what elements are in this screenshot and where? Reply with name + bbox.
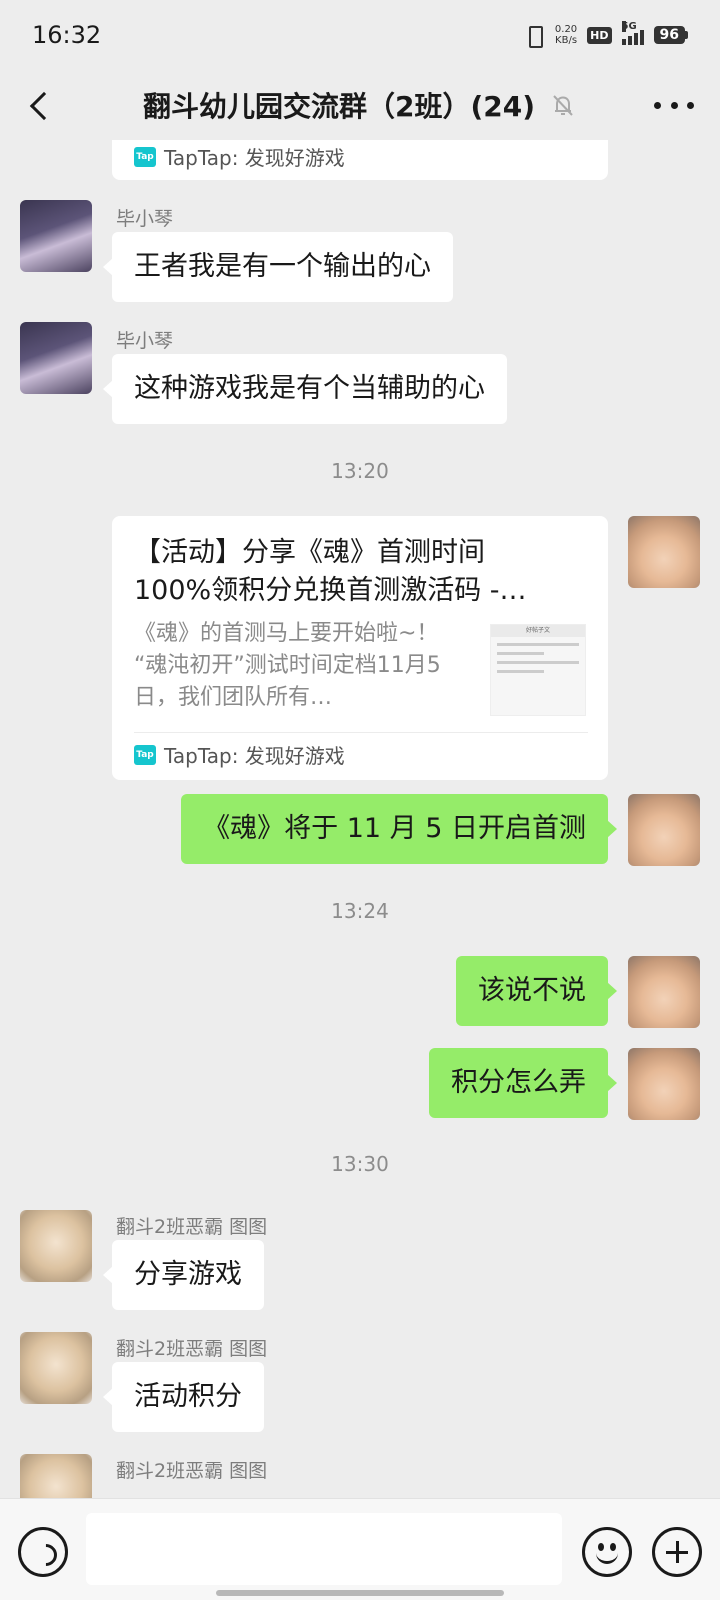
avatar[interactable] <box>628 1048 700 1120</box>
avatar[interactable] <box>20 1454 92 1498</box>
message-bubble[interactable]: 积分怎么弄 <box>429 1048 617 1118</box>
card-source: Tap TapTap: 发现好游戏 <box>134 740 345 769</box>
emoji-icon[interactable] <box>582 1527 632 1577</box>
voice-icon[interactable] <box>18 1527 68 1577</box>
sender-name: 翻斗2班恶霸 图图 <box>116 1212 267 1239</box>
card-thumbnail-heading: 好帖子文 <box>491 625 585 637</box>
card-description: 《魂》的首测马上要开始啦~！ “魂沌初开”测试时间定档11月5日，我们团队所有… <box>134 621 441 710</box>
avatar[interactable] <box>20 1332 92 1404</box>
sender-name: 翻斗2班恶霸 图图 <box>116 1456 267 1483</box>
signal-type: 5G <box>621 21 637 32</box>
card-source: Tap TapTap: 发现好游戏 <box>134 142 345 171</box>
network-speed-unit: KB/s <box>555 35 578 46</box>
status-time: 16:32 <box>32 21 102 49</box>
card-divider <box>134 732 588 733</box>
status-bar: 16:32 0.20 KB/s HD 5G 96 <box>0 0 720 70</box>
chat-title: 翻斗幼儿园交流群（2班）(24) <box>142 90 536 123</box>
status-icons: 0.20 KB/s HD 5G 96 <box>523 21 688 48</box>
hd-icon: HD <box>587 26 612 44</box>
sender-nickname: 翻斗2班恶霸 <box>116 1338 224 1360</box>
link-card-partial[interactable]: Tap TapTap: 发现好游戏 <box>112 140 608 180</box>
card-title-line2: 100%领积分兑换首测激活码 -… <box>134 575 527 606</box>
message-bubble[interactable]: 这种游戏我是有个当辅助的心 <box>103 354 507 424</box>
timestamp: 13:24 <box>331 899 389 923</box>
card-title-line1: 【活动】分享《魂》首测时间 <box>134 537 485 568</box>
sender-name: 毕小琴 <box>116 330 174 352</box>
message-bubble[interactable]: 活动积分 <box>103 1362 264 1432</box>
sender-tag: 图图 <box>229 1338 268 1360</box>
plus-icon[interactable] <box>652 1527 702 1577</box>
timestamp: 13:30 <box>331 1152 389 1176</box>
sender-nickname: 翻斗2班恶霸 <box>116 1216 224 1238</box>
avatar[interactable] <box>20 200 92 272</box>
sender-name: 毕小琴 <box>116 208 174 230</box>
avatar[interactable] <box>20 1210 92 1282</box>
sender-nickname: 翻斗2班恶霸 <box>116 1460 224 1482</box>
message-bubble[interactable]: 分享游戏 <box>103 1240 264 1310</box>
sender-name: 翻斗2班恶霸 图图 <box>116 1334 267 1361</box>
network-speed: 0.20 KB/s <box>555 24 577 46</box>
bell-off-icon <box>553 95 573 116</box>
avatar[interactable] <box>628 794 700 866</box>
message-bubble[interactable]: 《魂》将于 11 月 5 日开启首测 <box>181 794 617 864</box>
battery-icon: 96 <box>653 26 688 44</box>
card-source-label: TapTap: 发现好游戏 <box>164 744 345 768</box>
battery-level: 96 <box>653 26 685 44</box>
message-input[interactable] <box>86 1513 562 1585</box>
avatar[interactable] <box>628 956 700 1028</box>
card-thumbnail: 好帖子文 <box>490 624 586 716</box>
avatar[interactable] <box>628 516 700 588</box>
back-arrow-icon[interactable] <box>22 87 58 123</box>
chat-area[interactable]: Tap TapTap: 发现好游戏 毕小琴 王者我是有一个输出的心 毕小琴 这种… <box>0 140 720 1498</box>
signal-icon: 5G <box>621 21 644 45</box>
avatar[interactable] <box>20 322 92 394</box>
input-bar <box>0 1498 720 1600</box>
chat-header: 翻斗幼儿园交流群（2班）(24) <box>0 70 720 140</box>
vibrate-icon <box>523 24 545 48</box>
link-card[interactable]: 【活动】分享《魂》首测时间 100%领积分兑换首测激活码 -… 《魂》的首测马上… <box>112 516 608 780</box>
taptap-icon: Tap <box>134 744 156 765</box>
sender-tag: 图图 <box>229 1216 268 1238</box>
message-bubble[interactable]: 该说不说 <box>456 956 617 1026</box>
timestamp: 13:20 <box>331 459 389 483</box>
sender-tag: 图图 <box>229 1460 268 1482</box>
home-indicator[interactable] <box>216 1590 504 1596</box>
taptap-icon: Tap <box>134 146 156 167</box>
more-dots-icon[interactable] <box>654 90 694 120</box>
network-speed-value: 0.20 <box>554 24 578 35</box>
card-source-label: TapTap: 发现好游戏 <box>164 146 345 170</box>
message-bubble[interactable]: 王者我是有一个输出的心 <box>103 232 453 302</box>
